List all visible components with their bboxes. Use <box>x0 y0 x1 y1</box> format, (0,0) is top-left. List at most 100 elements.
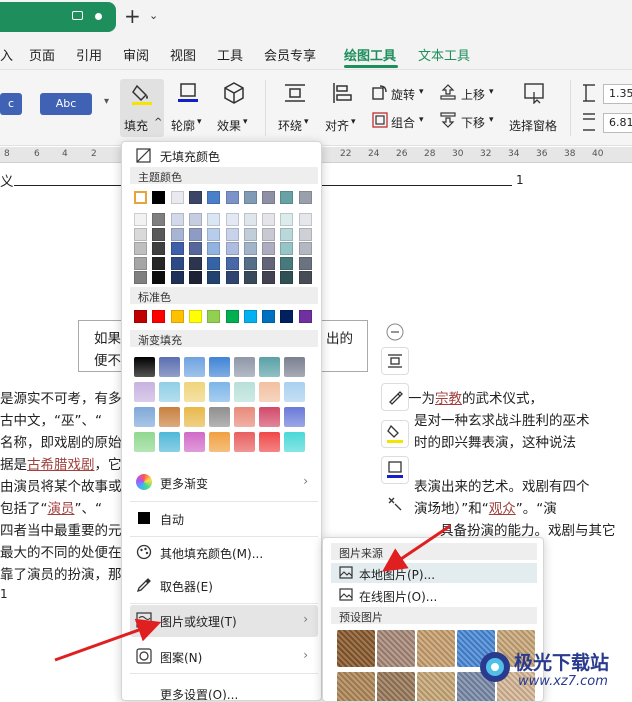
preset-texture-swatch[interactable] <box>417 672 455 701</box>
theme-shade-swatch[interactable] <box>262 271 276 284</box>
collapse-icon[interactable] <box>386 323 404 341</box>
wrap-label[interactable]: 环绕 <box>278 117 302 134</box>
theme-shade-swatch[interactable] <box>262 213 276 226</box>
gradient-swatch[interactable] <box>234 357 255 377</box>
theme-shade-swatch[interactable] <box>134 227 147 241</box>
theme-shade-swatch[interactable] <box>243 242 257 255</box>
move-up-label[interactable]: 上移 <box>461 86 485 103</box>
theme-color-swatch[interactable] <box>188 191 202 204</box>
theme-shade-swatch[interactable] <box>207 256 221 270</box>
gradient-swatch[interactable] <box>259 407 280 427</box>
move-down-dropdown-icon[interactable]: ▾ <box>489 115 494 125</box>
menu-references[interactable]: 引用 <box>76 45 102 64</box>
wrap-text-icon[interactable] <box>283 82 307 104</box>
theme-shade-swatch[interactable] <box>280 256 294 270</box>
move-up-dropdown-icon[interactable]: ▾ <box>489 87 494 97</box>
gradient-swatch[interactable] <box>234 432 255 452</box>
gradient-swatch[interactable] <box>284 432 305 452</box>
standard-color-swatch[interactable] <box>280 310 294 323</box>
theme-shade-swatch[interactable] <box>152 256 166 270</box>
theme-shade-swatch[interactable] <box>280 271 294 284</box>
menu-tools[interactable]: 工具 <box>217 45 243 64</box>
outline-label[interactable]: 轮廓 <box>171 117 195 134</box>
standard-color-swatch[interactable] <box>170 310 184 323</box>
theme-shade-swatch[interactable] <box>298 213 312 226</box>
menu-view[interactable]: 视图 <box>170 45 196 64</box>
effect-label[interactable]: 效果 <box>217 117 241 134</box>
gradient-swatch[interactable] <box>159 382 180 402</box>
theme-shade-swatch[interactable] <box>298 256 312 270</box>
align-label[interactable]: 对齐 <box>325 117 349 134</box>
theme-shade-swatch[interactable] <box>225 242 239 255</box>
theme-shade-swatch[interactable] <box>243 213 257 226</box>
width-input[interactable]: 6.81 <box>603 113 632 133</box>
group-label[interactable]: 组合 <box>391 114 415 131</box>
theme-shade-swatch[interactable] <box>280 213 294 226</box>
theme-shade-swatch[interactable] <box>152 227 166 241</box>
rotate-icon[interactable] <box>372 84 388 100</box>
monitor-icon[interactable] <box>72 11 83 20</box>
gradient-swatch[interactable] <box>159 407 180 427</box>
theme-shade-swatch[interactable] <box>134 242 147 255</box>
online-picture-option[interactable]: 在线图片(O)... <box>331 585 537 605</box>
menu-review[interactable]: 审阅 <box>123 45 149 64</box>
theme-color-swatch[interactable] <box>152 191 166 204</box>
tab-menu-chevron-icon[interactable]: ⌄ <box>149 9 158 22</box>
standard-color-swatch[interactable] <box>243 310 257 323</box>
theme-color-swatch[interactable] <box>225 191 239 204</box>
theme-shade-swatch[interactable] <box>188 242 202 255</box>
float-style-button[interactable] <box>381 383 409 411</box>
new-tab-button[interactable]: + <box>124 4 141 28</box>
standard-color-swatch[interactable] <box>207 310 221 323</box>
gradient-swatch[interactable] <box>209 382 230 402</box>
theme-shade-swatch[interactable] <box>262 256 276 270</box>
move-down-icon[interactable] <box>440 112 456 128</box>
theme-shade-swatch[interactable] <box>225 256 239 270</box>
menu-page[interactable]: 页面 <box>29 45 55 64</box>
align-dropdown-icon[interactable]: ▾ <box>351 117 356 127</box>
theme-shade-swatch[interactable] <box>134 213 147 226</box>
effect-icon[interactable] <box>222 81 246 105</box>
theme-shade-swatch[interactable] <box>170 242 184 255</box>
gradient-swatch[interactable] <box>284 357 305 377</box>
rotate-label[interactable]: 旋转 <box>391 86 415 103</box>
float-fill-button[interactable] <box>381 420 409 448</box>
gradient-swatch[interactable] <box>209 432 230 452</box>
selection-pane-icon[interactable] <box>523 82 545 104</box>
style-dropdown-icon[interactable]: ▾ <box>104 96 109 107</box>
float-outline-button[interactable] <box>381 456 409 484</box>
theme-shade-swatch[interactable] <box>207 271 221 284</box>
theme-shade-swatch[interactable] <box>298 271 312 284</box>
theme-shade-swatch[interactable] <box>280 227 294 241</box>
gradient-swatch[interactable] <box>284 382 305 402</box>
gradient-swatch[interactable] <box>134 432 155 452</box>
menu-member[interactable]: 会员专享 <box>264 45 316 64</box>
menu-text-tools[interactable]: 文本工具 <box>418 45 470 64</box>
theme-shade-swatch[interactable] <box>188 213 202 226</box>
gradient-swatch[interactable] <box>259 382 280 402</box>
local-picture-option[interactable]: 本地图片(P)... <box>331 563 537 583</box>
theme-shade-swatch[interactable] <box>298 227 312 241</box>
theme-color-swatch[interactable] <box>280 191 294 204</box>
theme-shade-swatch[interactable] <box>243 256 257 270</box>
theme-shade-swatch[interactable] <box>207 213 221 226</box>
fill-button[interactable]: 填充 ^ <box>120 79 164 137</box>
theme-color-swatch[interactable] <box>134 191 147 204</box>
float-layout-button[interactable] <box>381 347 409 375</box>
gradient-swatch[interactable] <box>284 407 305 427</box>
theme-shade-swatch[interactable] <box>207 242 221 255</box>
theme-color-swatch[interactable] <box>262 191 276 204</box>
gradient-swatch[interactable] <box>134 407 155 427</box>
theme-color-swatch[interactable] <box>298 191 312 204</box>
standard-color-swatch[interactable] <box>152 310 166 323</box>
standard-color-swatch[interactable] <box>298 310 312 323</box>
theme-shade-swatch[interactable] <box>134 256 147 270</box>
theme-shade-swatch[interactable] <box>188 256 202 270</box>
theme-shade-swatch[interactable] <box>225 213 239 226</box>
float-more-icon[interactable] <box>387 496 403 512</box>
gradient-swatch[interactable] <box>209 357 230 377</box>
group-icon[interactable] <box>372 112 388 128</box>
preset-texture-swatch[interactable] <box>377 672 415 701</box>
theme-shade-swatch[interactable] <box>207 227 221 241</box>
effect-dropdown-icon[interactable]: ▾ <box>243 117 248 127</box>
